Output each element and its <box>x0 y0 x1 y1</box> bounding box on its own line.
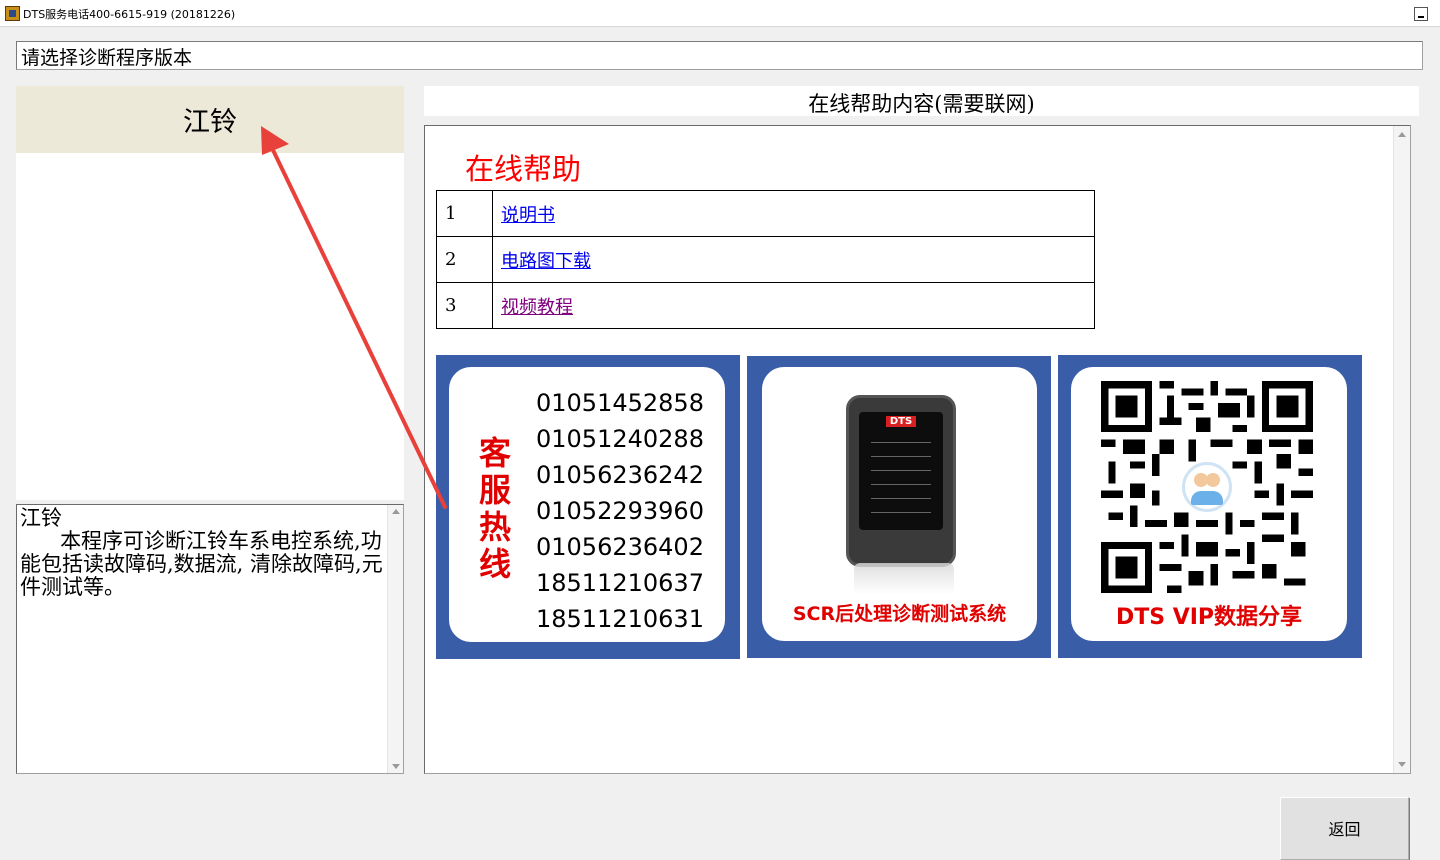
hotline-banner: 客服热线 01051452858 01051240288 01056236242… <box>436 355 740 659</box>
link-number: 2 <box>436 236 493 283</box>
link-number: 3 <box>436 282 493 329</box>
phone-number: 01056236402 <box>536 533 704 561</box>
qr-banner: DTS VIP数据分享 <box>1058 355 1362 658</box>
help-scrollbar[interactable] <box>1393 126 1410 773</box>
phone-list: 01051452858 01051240288 01056236242 0105… <box>536 385 704 637</box>
help-header: 在线帮助内容(需要联网) <box>424 86 1419 116</box>
qr-caption: DTS VIP数据分享 <box>1115 605 1303 630</box>
scroll-up-icon[interactable] <box>392 509 400 514</box>
video-tutorial-link[interactable]: 视频教程 <box>501 297 573 318</box>
device-caption: SCR后处理诊断测试系统 <box>792 603 1007 625</box>
table-row: 2 电路图下载 <box>436 236 1095 283</box>
back-button[interactable]: 返回 <box>1280 797 1409 860</box>
device-card: DTS SCR后处理诊断测试系统 <box>762 367 1037 641</box>
scroll-down-icon[interactable] <box>392 764 400 769</box>
program-item-selected[interactable]: 江铃 <box>16 86 404 153</box>
manual-link[interactable]: 说明书 <box>501 205 555 226</box>
help-header-text: 在线帮助内容(需要联网) <box>808 92 1035 116</box>
table-row: 1 说明书 <box>436 190 1095 237</box>
help-browser-frame[interactable]: 在线帮助 1 说明书 2 电路图下载 3 视频教程 客服热线 010514528… <box>424 125 1411 774</box>
program-list[interactable]: 江铃 <box>16 86 404 500</box>
description-scrollbar[interactable] <box>387 505 403 773</box>
app-icon <box>5 6 20 21</box>
program-item-label: 江铃 <box>183 107 237 138</box>
scroll-down-icon[interactable] <box>1398 762 1406 767</box>
hotline-card: 客服热线 01051452858 01051240288 01056236242… <box>449 367 725 642</box>
link-number: 1 <box>436 190 493 237</box>
description-box[interactable]: 江铃 本程序可诊断江铃车系电控系统,功能包括读故障码,数据流, 清除故障码,元件… <box>16 504 404 774</box>
phone-number: 18511210631 <box>536 605 704 633</box>
window-title: DTS服务电话400-6615-919 (20181226) <box>23 8 236 21</box>
description-text: 江铃 本程序可诊断江铃车系电控系统,功能包括读故障码,数据流, 清除故障码,元件… <box>20 506 383 599</box>
avatar-icon <box>1182 462 1232 512</box>
help-title: 在线帮助 <box>465 152 582 186</box>
qr-card: DTS VIP数据分享 <box>1071 367 1347 641</box>
help-link-table: 1 说明书 2 电路图下载 3 视频教程 <box>436 190 1095 329</box>
title-bar: DTS服务电话400-6615-919 (20181226) <box>0 0 1440 27</box>
device-banner: DTS SCR后处理诊断测试系统 <box>747 356 1051 658</box>
circuit-diagram-link[interactable]: 电路图下载 <box>501 251 591 272</box>
phone-number: 01052293960 <box>536 497 704 525</box>
phone-number: 01051452858 <box>536 389 704 417</box>
prompt-box: 请选择诊断程序版本 <box>16 41 1423 70</box>
phone-number: 01056236242 <box>536 461 704 489</box>
minimize-button[interactable] <box>1414 7 1428 21</box>
hotline-label: 客服热线 <box>478 434 511 583</box>
diagnostic-device-image: DTS <box>846 395 956 567</box>
device-logo: DTS <box>885 416 917 427</box>
phone-number: 18511210637 <box>536 569 704 597</box>
scroll-up-icon[interactable] <box>1398 132 1406 137</box>
phone-number: 01051240288 <box>536 425 704 453</box>
prompt-label: 请选择诊断程序版本 <box>21 47 193 69</box>
table-row: 3 视频教程 <box>436 282 1095 329</box>
